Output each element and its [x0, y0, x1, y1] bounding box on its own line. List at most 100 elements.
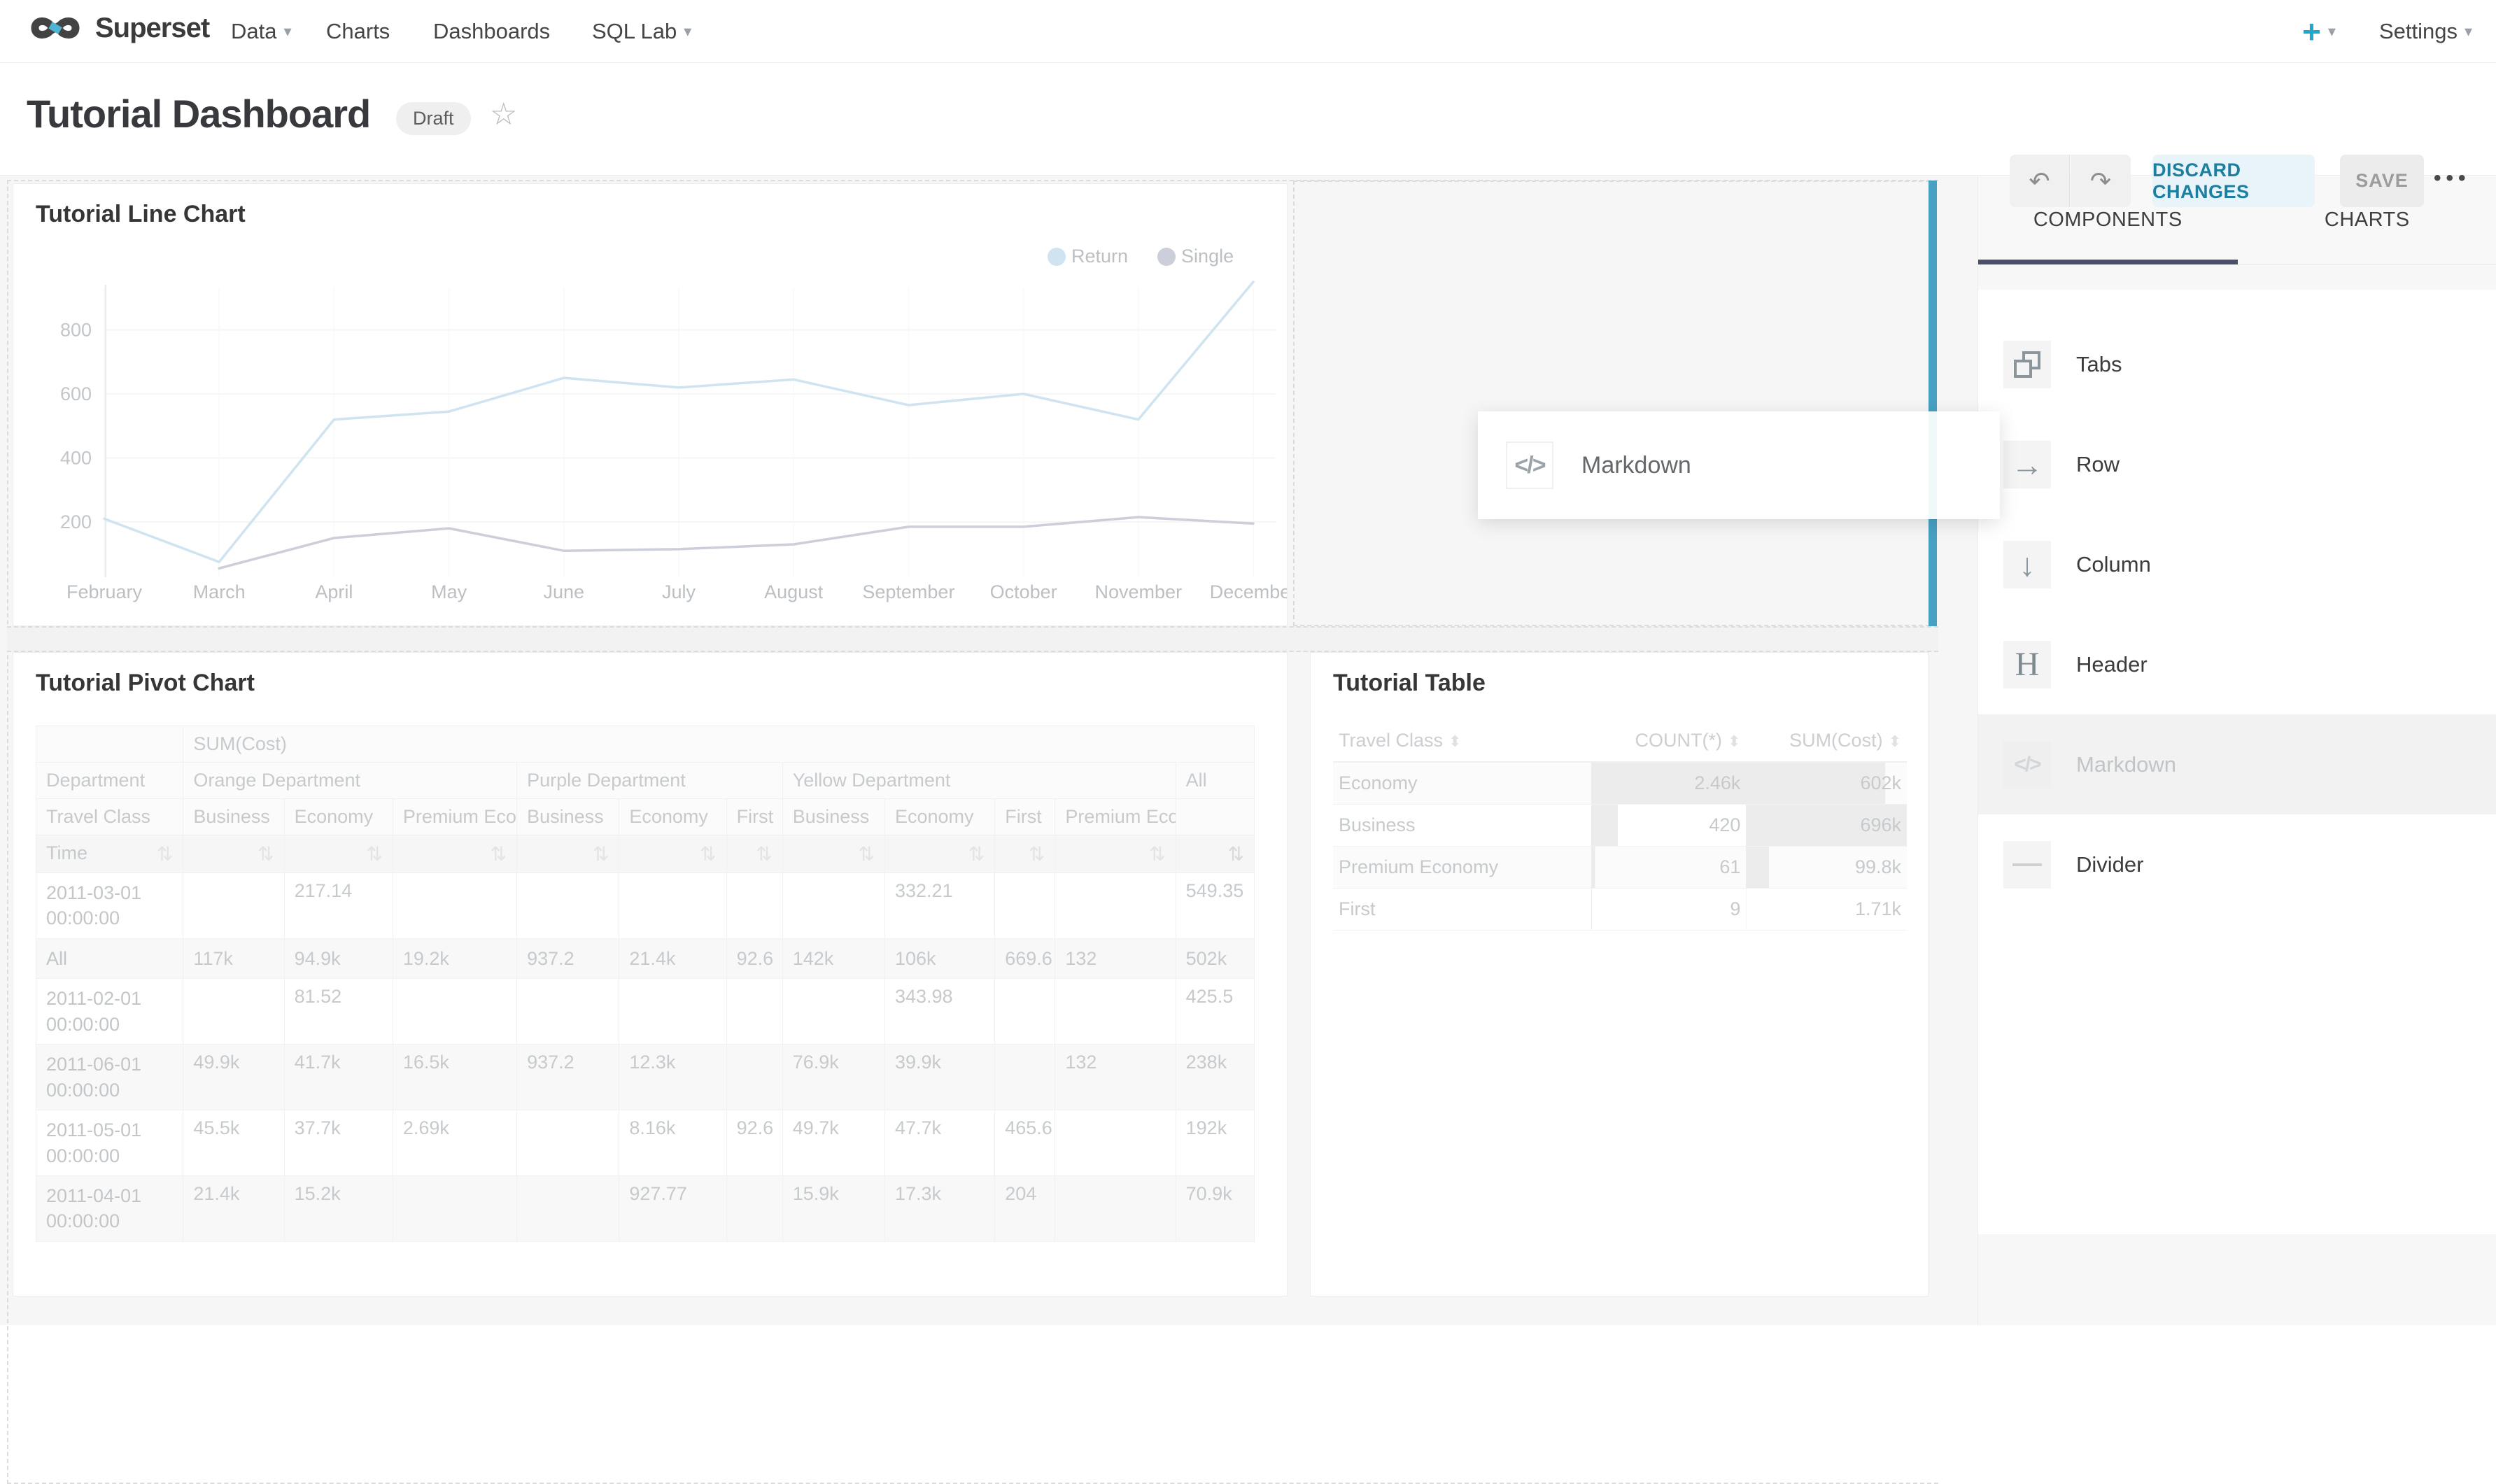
- svg-text:April: April: [315, 581, 353, 602]
- pivot-data-row: All117k94.9k19.2k937.221.4k92.6142k106k6…: [36, 938, 1255, 978]
- table-row: Premium Economy6199.8k: [1333, 847, 1907, 889]
- line-chart-plot: February March April May June July August Septe…: [13, 184, 1288, 626]
- pivot-data-row: 2011-03-01 00:00:00217.14332.21549.35: [36, 873, 1255, 939]
- sort-icon: ⬍: [1889, 733, 1901, 750]
- infinity-logo-icon: [25, 10, 85, 46]
- sort-icon: ⬍: [1448, 733, 1461, 750]
- component-item-header[interactable]: H Header: [1978, 614, 2496, 714]
- pivot-travel-class-row: Travel Class BusinessEconomy Premium Eco…: [36, 799, 1255, 835]
- data-table: Travel Class⬍ COUNT(*)⬍ SUM(Cost)⬍ Econo…: [1333, 720, 1907, 931]
- dashboard-canvas: Tutorial Line Chart Return Single Februa…: [0, 176, 1977, 1325]
- nav-menu-dashboards[interactable]: Dashboards: [433, 0, 550, 63]
- svg-text:May: May: [431, 581, 467, 602]
- save-button[interactable]: SAVE: [2340, 155, 2424, 207]
- svg-text:200: 200: [60, 511, 92, 532]
- sidebar-footer-strip: [1978, 1234, 2496, 1325]
- chart-title: Tutorial Table: [1333, 670, 1486, 697]
- tutorial-table-card[interactable]: Tutorial Table Travel Class⬍ COUNT(*)⬍ S…: [1310, 652, 1929, 1296]
- undo-button[interactable]: ↶: [2010, 155, 2070, 207]
- row-divider-strip: [7, 626, 1938, 652]
- chevron-down-icon: ▾: [283, 22, 291, 41]
- pivot-metric-label: SUM(Cost): [183, 726, 1255, 763]
- svg-text:June: June: [544, 581, 585, 602]
- svg-text:600: 600: [60, 383, 92, 404]
- superset-logo[interactable]: Superset: [25, 10, 209, 46]
- markdown-drag-ghost[interactable]: </> Markdown: [1478, 411, 2000, 519]
- svg-text:800: 800: [60, 320, 92, 341]
- tabs-icon: [2003, 341, 2051, 388]
- pivot-data-row: 2011-04-01 00:00:0021.4k15.2k927.7715.9k…: [36, 1175, 1255, 1241]
- pivot-department-row: Department Orange Department Purple Depa…: [36, 763, 1255, 799]
- chevron-down-icon: ▾: [2465, 22, 2472, 41]
- header-h-icon: H: [2003, 641, 2051, 688]
- table-row: Business420696k: [1333, 805, 1907, 847]
- pivot-table: SUM(Cost) Department Orange Department P…: [36, 726, 1255, 1242]
- sort-icon[interactable]: ⇅: [756, 842, 772, 865]
- redo-button[interactable]: ↷: [2071, 155, 2131, 207]
- navbar: Superset Data▾ Charts Dashboards SQL Lab…: [0, 0, 2496, 63]
- component-item-markdown[interactable]: </> Markdown: [1978, 714, 2496, 814]
- svg-text:December: December: [1210, 581, 1288, 602]
- svg-text:February: February: [66, 581, 143, 602]
- dashboard-titlebar: Tutorial Dashboard Draft ☆ ↶ ↷ DISCARD C…: [0, 63, 2496, 176]
- column-header-count[interactable]: COUNT(*)⬍: [1591, 720, 1746, 762]
- svg-text:November: November: [1095, 581, 1183, 602]
- redo-icon: ↷: [2090, 167, 2111, 196]
- nav-menu-sqllab[interactable]: SQL Lab▾: [592, 0, 691, 63]
- svg-text:July: July: [662, 581, 696, 602]
- sort-icon-active[interactable]: ⇅: [1228, 842, 1244, 865]
- svg-text:March: March: [193, 581, 246, 602]
- pivot-data-row: 2011-02-01 00:00:0081.52343.98425.5: [36, 979, 1255, 1045]
- svg-text:August: August: [764, 581, 824, 602]
- favorite-star-icon[interactable]: ☆: [490, 97, 517, 132]
- column-header-sum-cost[interactable]: SUM(Cost)⬍: [1746, 720, 1907, 762]
- sort-icon[interactable]: ⇅: [491, 842, 507, 865]
- table-row: Economy2.46k602k: [1333, 762, 1907, 805]
- sort-icon[interactable]: ⇅: [157, 842, 173, 865]
- chart-title: Tutorial Pivot Chart: [36, 670, 255, 697]
- component-item-tabs[interactable]: Tabs: [1978, 314, 2496, 414]
- pivot-chart-card[interactable]: Tutorial Pivot Chart SUM(Cost) Departmen…: [13, 652, 1288, 1296]
- pivot-metric-row: SUM(Cost): [36, 726, 1255, 763]
- sort-icon[interactable]: ⇅: [1029, 842, 1045, 865]
- builder-sidebar: COMPONENTS CHARTS Tabs → Row ↓ Column H …: [1977, 176, 2496, 1325]
- svg-text:October: October: [990, 581, 1057, 602]
- plus-icon: +: [2302, 15, 2321, 48]
- line-chart-card[interactable]: Tutorial Line Chart Return Single Februa…: [13, 183, 1288, 626]
- more-options-button[interactable]: •••: [2434, 167, 2471, 190]
- row-arrow-icon: →: [2003, 441, 2051, 488]
- sort-icon[interactable]: ⇅: [258, 842, 274, 865]
- sort-icon: ⬍: [1728, 733, 1740, 750]
- component-item-column[interactable]: ↓ Column: [1978, 514, 2496, 614]
- drop-indicator-line: [1929, 181, 1937, 626]
- new-item-button[interactable]: + ▾: [2302, 0, 2336, 63]
- sort-icon[interactable]: ⇅: [366, 842, 382, 865]
- page-title[interactable]: Tutorial Dashboard: [27, 91, 370, 136]
- component-item-divider[interactable]: Divider: [1978, 814, 2496, 914]
- sort-icon[interactable]: ⇅: [593, 842, 609, 865]
- sidebar-strip: [1978, 264, 2496, 290]
- sort-icon[interactable]: ⇅: [859, 842, 875, 865]
- markdown-code-icon: </>: [2003, 741, 2051, 789]
- undo-icon: ↶: [2029, 167, 2050, 196]
- sort-icon[interactable]: ⇅: [1149, 842, 1165, 865]
- chevron-down-icon: ▾: [2328, 22, 2336, 41]
- column-arrow-icon: ↓: [2003, 541, 2051, 588]
- svg-text:400: 400: [60, 448, 92, 469]
- column-header-travel-class[interactable]: Travel Class⬍: [1333, 720, 1591, 762]
- component-item-row[interactable]: → Row: [1978, 414, 2496, 514]
- table-row: First91.71k: [1333, 889, 1907, 931]
- nav-menu-charts[interactable]: Charts: [326, 0, 390, 63]
- sort-icon[interactable]: ⇅: [968, 842, 985, 865]
- chevron-down-icon: ▾: [684, 22, 691, 41]
- svg-text:September: September: [862, 581, 954, 602]
- settings-menu[interactable]: Settings▾: [2379, 0, 2472, 63]
- ghost-label: Markdown: [1581, 452, 1691, 479]
- draft-status-badge: Draft: [396, 102, 471, 135]
- pivot-time-row: Time⇅ ⇅ ⇅ ⇅ ⇅ ⇅ ⇅ ⇅ ⇅ ⇅ ⇅ ⇅: [36, 835, 1255, 873]
- empty-drop-zone[interactable]: [1293, 181, 1930, 626]
- discard-changes-button[interactable]: DISCARD CHANGES: [2152, 155, 2315, 207]
- markdown-code-icon: </>: [1506, 441, 1553, 489]
- nav-menu-data[interactable]: Data▾: [231, 0, 292, 63]
- sort-icon[interactable]: ⇅: [700, 842, 716, 865]
